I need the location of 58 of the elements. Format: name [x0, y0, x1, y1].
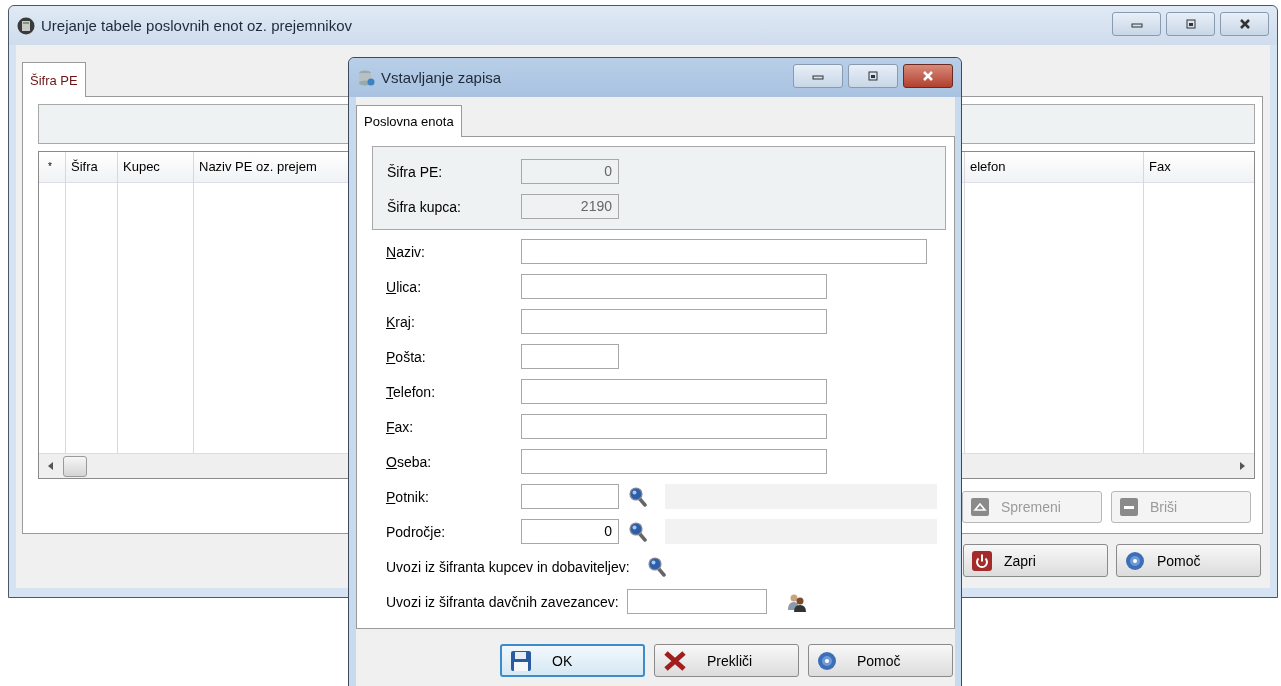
- close-button[interactable]: [1220, 11, 1269, 36]
- readonly-field: 2190: [521, 194, 619, 219]
- field-label: Oseba:: [386, 453, 433, 470]
- field-label: Fax:: [386, 418, 415, 435]
- ok-button[interactable]: OK: [500, 644, 645, 677]
- input-field[interactable]: [521, 484, 619, 509]
- scroll-left-icon[interactable]: [48, 462, 54, 470]
- search-icon[interactable]: [629, 521, 647, 542]
- maximize-button[interactable]: [1166, 11, 1215, 36]
- close-button[interactable]: [903, 63, 953, 88]
- scroll-right-icon[interactable]: [1239, 462, 1245, 470]
- database-icon: [357, 68, 375, 87]
- import-label: Uvozi iz šifranta davčnih zavezancev:: [386, 593, 619, 610]
- help-button[interactable]: Pomoč: [808, 644, 953, 677]
- cross-icon: [663, 649, 687, 672]
- search-icon[interactable]: [647, 556, 666, 577]
- input-field[interactable]: [521, 274, 827, 299]
- maximize-icon: [867, 70, 879, 81]
- field-label: Pošta:: [386, 348, 427, 365]
- input-field[interactable]: [521, 309, 827, 334]
- minimize-button[interactable]: [793, 63, 843, 88]
- field-label: Šifra PE:: [387, 163, 444, 180]
- tab[interactable]: Šifra PE: [22, 62, 86, 97]
- field-label: Področje:: [386, 523, 447, 540]
- power-icon: [972, 550, 992, 571]
- input-field[interactable]: 0: [521, 519, 619, 544]
- input-field[interactable]: [521, 379, 827, 404]
- readonly-field: 0: [521, 159, 619, 184]
- close-icon: [1237, 18, 1252, 29]
- input-field[interactable]: [626, 589, 767, 614]
- calculator-icon: [17, 16, 35, 35]
- cancel-button[interactable]: Prekliči: [654, 644, 799, 677]
- minus-icon: [1120, 498, 1138, 516]
- minimize-button[interactable]: [1112, 11, 1161, 36]
- floppy-icon: [510, 649, 532, 672]
- help-icon: [817, 650, 837, 671]
- field-label: Ulica:: [386, 278, 423, 295]
- help-icon: [1125, 550, 1145, 571]
- field-label: Naziv:: [386, 243, 426, 260]
- field-label: Potnik:: [386, 488, 430, 505]
- scroll-thumb[interactable]: [63, 455, 87, 477]
- tab[interactable]: Poslovna enota: [356, 105, 462, 137]
- window-title: Urejanje tabele poslovnih enot oz. prejemnikov: [41, 17, 352, 34]
- field-label: Šifra kupca:: [387, 198, 462, 215]
- field-label: Kraj:: [386, 313, 416, 330]
- maximize-icon: [1184, 18, 1197, 29]
- input-field[interactable]: [521, 414, 827, 439]
- field-label: Telefon:: [386, 383, 437, 400]
- search-icon[interactable]: [629, 486, 647, 507]
- input-field[interactable]: [521, 449, 827, 474]
- import-label: Uvozi iz šifranta kupcev in dobaviteljev:: [386, 558, 630, 575]
- close-icon: [921, 70, 935, 81]
- maximize-button[interactable]: [848, 63, 898, 88]
- help-button[interactable]: Pomoč: [1116, 544, 1261, 577]
- close-button[interactable]: Zapri: [963, 544, 1108, 577]
- dialog-title: Vstavljanje zapisa: [381, 69, 502, 86]
- input-field[interactable]: [521, 239, 927, 264]
- input-field[interactable]: [521, 344, 619, 369]
